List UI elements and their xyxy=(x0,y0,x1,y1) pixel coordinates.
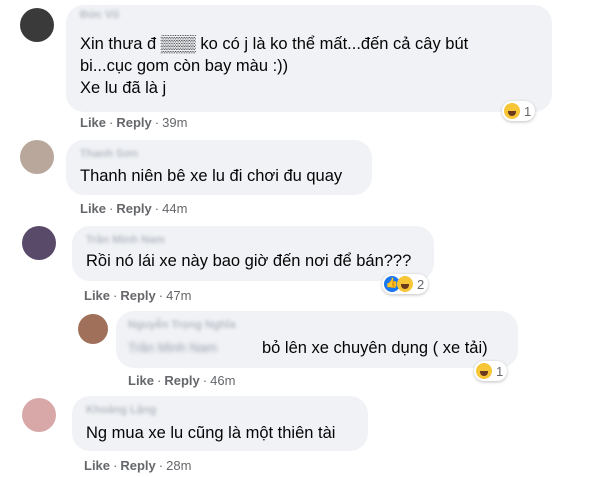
avatar[interactable] xyxy=(22,226,56,260)
timestamp[interactable]: 46m xyxy=(210,373,235,388)
comment-actions: Like · Reply · 44m xyxy=(80,201,188,216)
comment-author[interactable]: Trần Minh Nam xyxy=(86,234,165,246)
reaction-summary[interactable]: 1 xyxy=(474,361,508,381)
reaction-count: 1 xyxy=(524,103,532,119)
comment-text-line: Xe lu đã là j xyxy=(80,79,167,97)
reaction-count: 1 xyxy=(496,363,504,379)
comment-text-line: Thanh niên bê xe lu đi chơi đu quay xyxy=(80,167,343,185)
comment-text-line: bi...cục gom còn bay màu :)) xyxy=(80,57,289,75)
like-link[interactable]: Like xyxy=(80,201,106,216)
comment-author[interactable]: Đức Vũ xyxy=(80,9,119,21)
like-link[interactable]: Like xyxy=(84,458,110,473)
avatar[interactable] xyxy=(22,398,56,432)
mentioned-user-link[interactable]: Trần Minh Nam xyxy=(128,337,217,359)
like-link[interactable]: Like xyxy=(84,288,110,303)
reply-link[interactable]: Reply xyxy=(120,288,155,303)
reaction-count: 2 xyxy=(417,276,425,292)
comment-text-line: Ng mua xe lu cũng là một thiên tài xyxy=(86,424,336,442)
reaction-summary[interactable]: 1 xyxy=(502,101,536,121)
comment-author[interactable]: Khoảng Lặng xyxy=(86,404,156,416)
comment-actions: Like · Reply · 28m xyxy=(84,458,192,473)
reaction-summary[interactable]: 👍 2 xyxy=(382,274,429,294)
comment-text-line: Rồi nó lái xe này bao giờ đến nơi để bán… xyxy=(86,252,412,270)
comment-actions: Like · Reply · 47m xyxy=(84,288,192,303)
timestamp[interactable]: 28m xyxy=(166,458,191,473)
timestamp[interactable]: 47m xyxy=(166,288,191,303)
haha-reaction-icon xyxy=(397,276,413,292)
comment-actions: Like · Reply · 46m xyxy=(128,373,236,388)
like-link[interactable]: Like xyxy=(128,373,154,388)
avatar[interactable] xyxy=(78,314,108,344)
avatar[interactable] xyxy=(20,140,54,174)
like-link[interactable]: Like xyxy=(80,115,106,130)
reply-link[interactable]: Reply xyxy=(116,115,151,130)
divider xyxy=(0,217,600,223)
comment-text-line: Xin thưa đ ▒▒▒ ko có j là ko thể mất...đ… xyxy=(80,35,469,53)
haha-reaction-icon xyxy=(476,363,492,379)
haha-reaction-icon xyxy=(504,103,520,119)
reply-link[interactable]: Reply xyxy=(164,373,199,388)
reply-link[interactable]: Reply xyxy=(116,201,151,216)
timestamp[interactable]: 39m xyxy=(162,115,187,130)
avatar[interactable] xyxy=(20,8,54,42)
timestamp[interactable]: 44m xyxy=(162,201,187,216)
comment-actions: Like · Reply · 39m xyxy=(80,115,188,130)
comment-text-line: bỏ lên xe chuyên dụng ( xe tải) xyxy=(262,339,488,357)
comment-author[interactable]: Nguyễn Trọng Nghĩa xyxy=(128,319,236,331)
comment-author[interactable]: Thanh Sơn xyxy=(80,148,138,160)
reply-link[interactable]: Reply xyxy=(120,458,155,473)
